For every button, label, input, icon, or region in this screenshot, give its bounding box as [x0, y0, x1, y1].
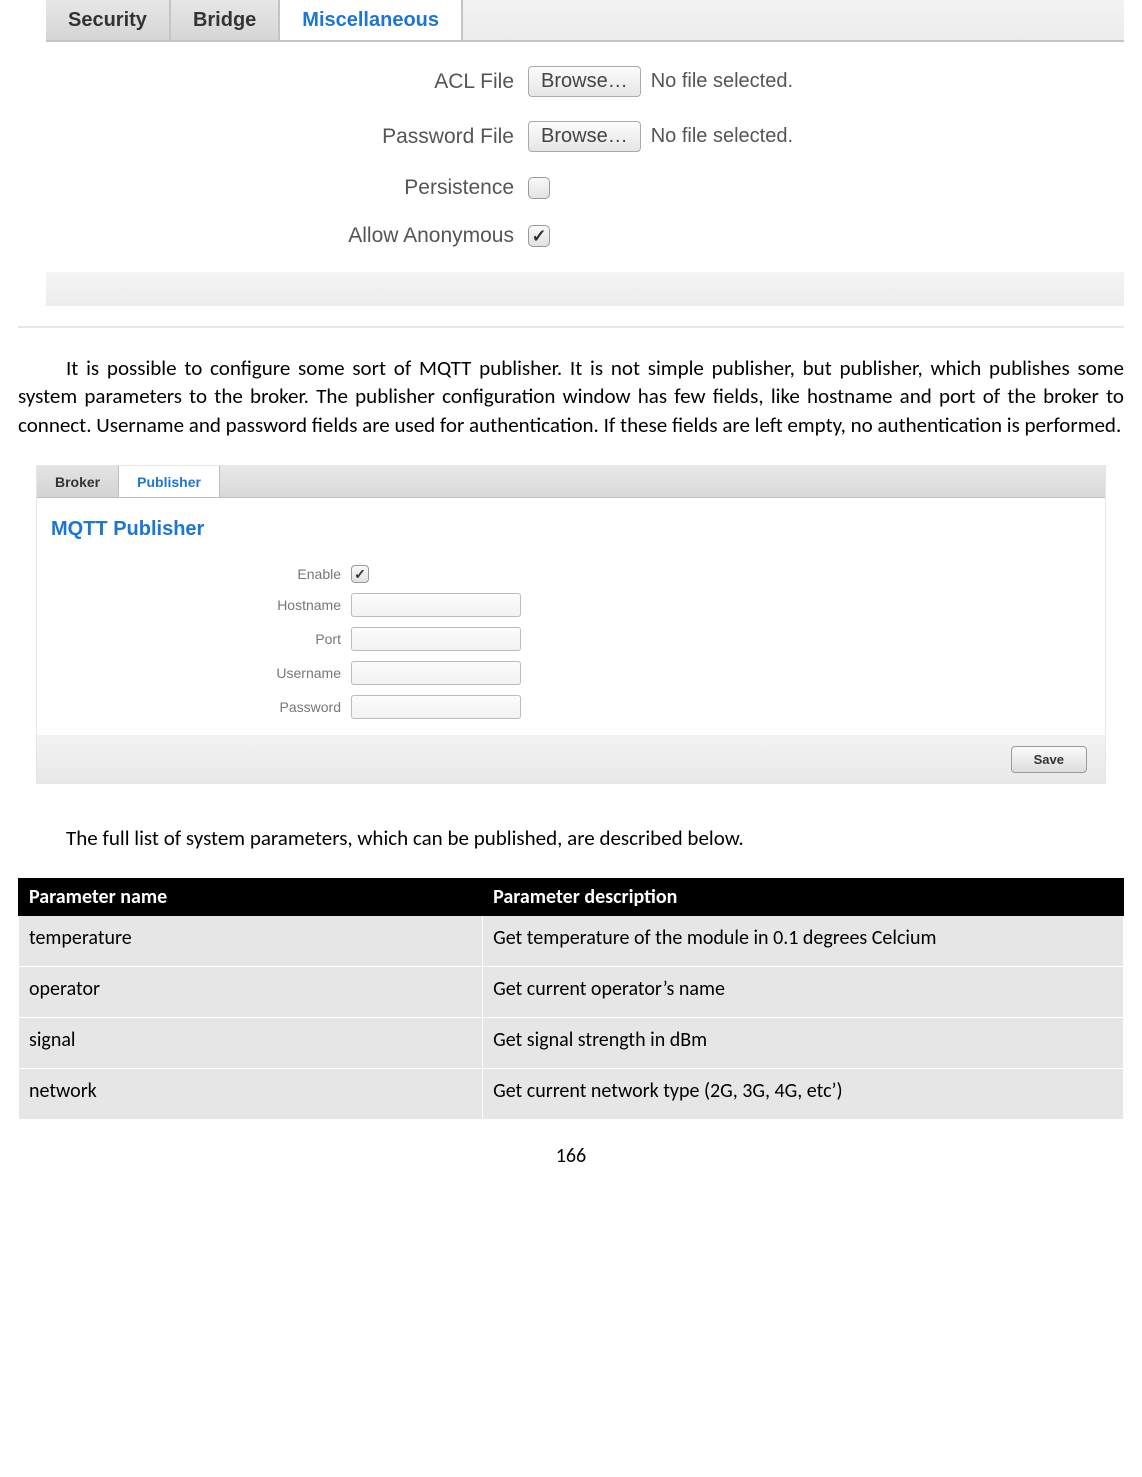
acl-browse-button[interactable]: Browse…: [528, 66, 641, 97]
param-desc-cell: Get current operator’s name: [483, 967, 1124, 1018]
allow-anonymous-checkbox[interactable]: [528, 225, 550, 247]
enable-checkbox[interactable]: [351, 565, 369, 583]
param-desc-cell: Get temperature of the module in 0.1 deg…: [483, 916, 1124, 967]
publisher-panel: Broker Publisher MQTT Publisher Enable H…: [36, 465, 1106, 784]
password-row: Password: [51, 695, 1091, 719]
table-row: network Get current network type (2G, 3G…: [19, 1069, 1124, 1120]
misc-panel-footer: [46, 272, 1124, 306]
misc-tab-strip: Security Bridge Miscellaneous: [46, 0, 1124, 42]
tab-strip-spacer: [463, 0, 1124, 40]
persistence-row: Persistence: [18, 176, 1124, 200]
parameters-table: Parameter name Parameter description tem…: [18, 878, 1124, 1120]
tab-security[interactable]: Security: [46, 0, 171, 40]
param-name-cell: network: [19, 1069, 483, 1120]
acl-file-row: ACL File Browse… No file selected.: [18, 66, 1124, 97]
header-parameter-description: Parameter description: [483, 879, 1124, 916]
publisher-title: MQTT Publisher: [51, 518, 1091, 541]
publisher-body: MQTT Publisher Enable Hostname Port User…: [37, 498, 1105, 735]
port-label: Port: [51, 631, 351, 647]
param-name-cell: signal: [19, 1018, 483, 1069]
parameters-intro-paragraph: The full list of system parameters, whic…: [18, 824, 1124, 852]
tab-miscellaneous[interactable]: Miscellaneous: [280, 0, 463, 40]
param-name-cell: operator: [19, 967, 483, 1018]
table-row: signal Get signal strength in dBm: [19, 1018, 1124, 1069]
param-desc-cell: Get signal strength in dBm: [483, 1018, 1124, 1069]
password-label: Password: [51, 699, 351, 715]
tab-publisher[interactable]: Publisher: [119, 466, 220, 497]
mqtt-publisher-intro-paragraph: It is possible to configure some sort of…: [18, 354, 1124, 439]
enable-row: Enable: [51, 565, 1091, 583]
table-row: temperature Get temperature of the modul…: [19, 916, 1124, 967]
username-input[interactable]: [351, 661, 521, 685]
publisher-tab-strip: Broker Publisher: [37, 466, 1105, 498]
port-row: Port: [51, 627, 1091, 651]
table-row: operator Get current operator’s name: [19, 967, 1124, 1018]
password-browse-button[interactable]: Browse…: [528, 121, 641, 152]
save-button[interactable]: Save: [1011, 746, 1087, 773]
param-desc-cell: Get current network type (2G, 3G, 4G, et…: [483, 1069, 1124, 1120]
acl-file-status: No file selected.: [651, 70, 793, 93]
header-parameter-name: Parameter name: [19, 879, 483, 916]
tab-broker[interactable]: Broker: [37, 466, 119, 497]
allow-anonymous-row: Allow Anonymous: [18, 224, 1124, 248]
persistence-checkbox[interactable]: [528, 177, 550, 199]
password-file-label: Password File: [18, 125, 528, 149]
password-file-row: Password File Browse… No file selected.: [18, 121, 1124, 152]
username-label: Username: [51, 665, 351, 681]
tab-bridge[interactable]: Bridge: [171, 0, 280, 40]
hostname-label: Hostname: [51, 597, 351, 613]
port-input[interactable]: [351, 627, 521, 651]
publisher-footer: Save: [37, 735, 1105, 783]
hostname-row: Hostname: [51, 593, 1091, 617]
password-file-status: No file selected.: [651, 125, 793, 148]
publisher-tab-spacer: [220, 466, 1105, 497]
password-input[interactable]: [351, 695, 521, 719]
hostname-input[interactable]: [351, 593, 521, 617]
page-number: 166: [18, 1144, 1124, 1168]
acl-file-label: ACL File: [18, 70, 528, 94]
allow-anonymous-label: Allow Anonymous: [18, 224, 528, 248]
param-name-cell: temperature: [19, 916, 483, 967]
persistence-label: Persistence: [18, 176, 528, 200]
misc-settings-panel: Security Bridge Miscellaneous ACL File B…: [18, 0, 1124, 328]
username-row: Username: [51, 661, 1091, 685]
table-header-row: Parameter name Parameter description: [19, 879, 1124, 916]
enable-label: Enable: [51, 566, 351, 582]
